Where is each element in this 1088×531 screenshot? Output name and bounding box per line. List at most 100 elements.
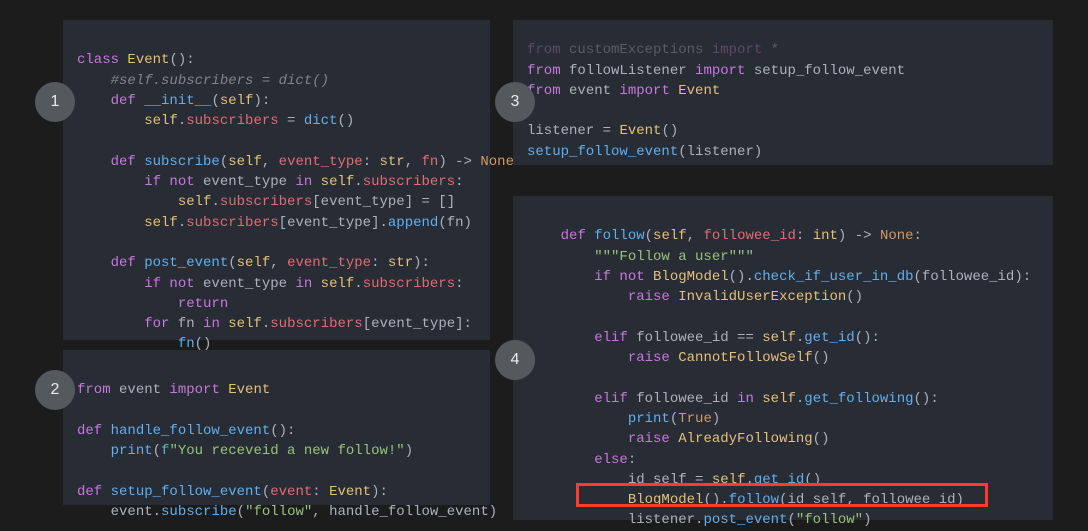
code-token: for — [144, 316, 178, 332]
code-token: ( — [787, 512, 795, 528]
code-token — [527, 228, 561, 244]
code-token: ) -> — [438, 154, 480, 170]
code-token: subscribe — [161, 504, 237, 520]
code-token — [77, 215, 144, 231]
code-token: self — [178, 194, 212, 210]
code-token: subscribers — [270, 316, 362, 332]
code-token: (): — [914, 391, 939, 407]
code-token: BlogModel — [653, 269, 729, 285]
code-token: def — [77, 423, 111, 439]
code-token: : — [914, 228, 922, 244]
code-token: ( — [237, 504, 245, 520]
code-token — [77, 113, 144, 129]
code-token — [527, 492, 628, 508]
code-token: ( — [211, 93, 219, 109]
code-token: followee_id — [922, 269, 1014, 285]
code-token: event_type — [321, 194, 405, 210]
code-token: self — [653, 228, 687, 244]
code-token: listener — [687, 144, 754, 160]
code-token: "follow" — [245, 504, 312, 520]
code-token: None — [480, 154, 514, 170]
badge-2: 2 — [35, 370, 75, 410]
code-token: followee_id — [703, 228, 795, 244]
code-token — [195, 316, 203, 332]
code-token: AlreadyFollowing — [678, 431, 812, 447]
code-token: ( — [779, 492, 787, 508]
code-token: class — [77, 52, 127, 68]
code-token: post_event — [703, 512, 787, 528]
code-token: event_type — [203, 276, 287, 292]
code-token: ) -> — [838, 228, 880, 244]
code-token: elif — [594, 330, 636, 346]
code-token: , — [687, 228, 704, 244]
code-token: : — [628, 452, 636, 468]
code-token: : — [455, 174, 463, 190]
code-token: self — [762, 391, 796, 407]
code-token: self — [321, 174, 355, 190]
code-token — [77, 174, 144, 190]
code-token: [ — [279, 215, 287, 231]
code-token: . — [211, 194, 219, 210]
code-token: [ — [312, 194, 320, 210]
code-token: : — [796, 228, 813, 244]
code-token: from — [77, 382, 119, 398]
code-token: from — [527, 42, 569, 58]
code-token: event — [119, 382, 161, 398]
badge-label: 4 — [511, 348, 520, 371]
code-token: fn — [422, 154, 439, 170]
code-token: , — [846, 492, 863, 508]
code-token: (): — [270, 423, 295, 439]
code-token: str — [388, 255, 413, 271]
code-token: followee_id — [863, 492, 955, 508]
code-token: def — [77, 484, 111, 500]
code-token: ): — [1014, 269, 1031, 285]
code-token: check_if_user_in_db — [754, 269, 914, 285]
code-token: subscribers — [220, 194, 312, 210]
code-token: : — [363, 154, 380, 170]
badge-1: 1 — [35, 82, 75, 122]
code-token: ]: — [455, 316, 472, 332]
code-token: CannotFollowSelf — [678, 350, 812, 366]
code-token: ): — [371, 484, 388, 500]
code-token: ) — [863, 512, 871, 528]
code-token: = — [279, 113, 304, 129]
code-token: import — [611, 83, 678, 99]
code-token: : — [371, 255, 388, 271]
code-token — [527, 431, 628, 447]
code-token: , — [312, 504, 329, 520]
code-token: self — [237, 255, 271, 271]
code-token: return — [178, 296, 228, 312]
code-token: def — [111, 93, 145, 109]
code-token — [527, 289, 628, 305]
code-token — [77, 296, 178, 312]
code-token: get_following — [804, 391, 913, 407]
code-token: ( — [153, 443, 161, 459]
code-token: () — [661, 123, 678, 139]
code-panel-3: from customExceptions import * from foll… — [513, 20, 1053, 165]
code-token: (). — [729, 269, 754, 285]
code-token: print — [111, 443, 153, 459]
code-token: ( — [914, 269, 922, 285]
code-token: handle_follow_event — [111, 423, 271, 439]
code-token: listener — [628, 512, 695, 528]
code-token: ( — [438, 215, 446, 231]
code-token: self — [144, 215, 178, 231]
code-token: def — [561, 228, 595, 244]
code-token: ) — [712, 411, 720, 427]
code-token: setup_follow_event — [754, 63, 905, 79]
code-token — [77, 154, 111, 170]
code-token: () — [337, 113, 354, 129]
code-token: ( — [678, 144, 686, 160]
code-token: ]. — [371, 215, 388, 231]
code-token: None — [880, 228, 914, 244]
code-token: Event — [619, 123, 661, 139]
code-token: Event — [127, 52, 169, 68]
code-token: in — [295, 174, 320, 190]
code-token: () — [813, 350, 830, 366]
code-token: BlogModel — [628, 492, 704, 508]
code-token: ) — [956, 492, 964, 508]
code-token: int — [813, 228, 838, 244]
code-token: def — [111, 154, 145, 170]
code-token: raise — [628, 350, 678, 366]
code-token: event_type — [287, 255, 371, 271]
